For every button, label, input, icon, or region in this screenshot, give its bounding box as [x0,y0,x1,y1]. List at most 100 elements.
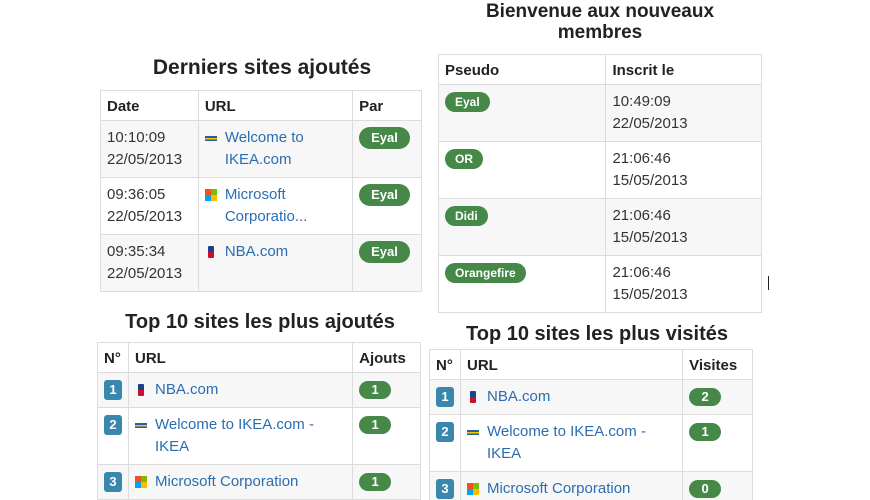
new-members-panel: Bienvenue aux nouveaux membres Pseudo In… [437,1,762,313]
url-cell: Welcome to IKEA.com [197,120,354,179]
rank-cell: 2 [97,407,129,465]
ikea-icon [204,136,217,142]
url-cell: Microsoft Corporation [127,464,354,500]
site-link[interactable]: Microsoft Corporation [487,478,630,500]
time-text: 09:35:34 [107,243,166,261]
time-text: 21:06:46 [612,206,671,224]
table-row: 1 NBA.com 1 [97,372,421,408]
site-link[interactable]: NBA.com [155,379,218,401]
latest-sites-table: Date URL Par 10:10:09 22/05/2013 Welcome … [100,90,422,293]
member-badge[interactable]: Eyal [445,91,490,112]
table-row: 3 Microsoft Corporation 0 [429,471,753,500]
registered-cell: 10:49:09 22/05/2013 [605,83,762,142]
rank-badge: 1 [436,387,454,407]
user-badge[interactable]: Eyal [359,184,410,207]
count-badge: 0 [689,480,722,498]
column-header-by: Par [352,90,422,122]
user-badge[interactable]: Eyal [359,127,410,150]
table-row: 2 Welcome to IKEA.com - IKEA 1 [97,407,421,465]
new-members-title: Bienvenue aux nouveaux membres [485,1,715,43]
column-header-rank: N° [97,342,129,373]
site-link[interactable]: Welcome to IKEA.com - IKEA [487,421,676,465]
nba-icon [207,246,214,259]
url-cell: Microsoft Corporatio... [197,177,354,236]
time-text: 10:49:09 [612,92,671,110]
latest-sites-title: Derniers sites ajoutés [152,56,372,79]
registered-cell: 21:06:46 15/05/2013 [605,197,762,256]
pseudo-cell: OR [437,140,607,199]
ikea-icon [467,430,479,435]
site-link[interactable]: Microsoft Corporation [155,471,298,493]
site-link[interactable]: Welcome to IKEA.com [225,127,346,171]
date-text: 22/05/2013 [107,151,183,169]
date-text: 15/05/2013 [612,285,688,303]
site-link[interactable]: NBA.com [225,241,288,263]
pseudo-cell: Orangefire [437,254,607,313]
date-text: 15/05/2013 [612,171,688,189]
time-text: 10:10:09 [107,129,166,147]
member-badge[interactable]: Orangefire [445,262,526,283]
member-badge[interactable]: Didi [445,205,488,226]
rank-badge: 1 [104,380,122,400]
pseudo-cell: Didi [437,197,607,256]
pseudo-cell: Eyal [437,83,607,142]
date-text: 15/05/2013 [612,228,688,246]
nba-icon [138,384,144,396]
count-badge: 2 [689,388,722,406]
latest-sites-panel: Derniers sites ajoutés Date URL Par 10:1… [100,56,422,293]
url-cell: Microsoft Corporation [459,471,684,500]
column-header-url: URL [197,90,354,122]
rank-badge: 2 [436,422,454,442]
by-cell: Eyal [352,234,422,293]
table-row: 1 NBA.com 2 [429,379,753,415]
table-row: Orangefire 21:06:46 15/05/2013 [437,254,762,313]
microsoft-icon [135,476,147,488]
column-header-registered: Inscrit le [605,53,762,85]
site-link[interactable]: NBA.com [487,386,550,408]
registered-cell: 21:06:46 15/05/2013 [605,140,762,199]
column-header-date: Date [100,90,199,122]
count-badge: 1 [359,381,392,399]
date-cell: 09:35:34 22/05/2013 [100,234,199,293]
count-cell: 0 [682,471,753,500]
site-link[interactable]: Welcome to IKEA.com - IKEA [155,414,346,458]
date-cell: 10:10:09 22/05/2013 [100,120,199,179]
date-cell: 09:36:05 22/05/2013 [100,177,199,236]
user-badge[interactable]: Eyal [359,241,410,264]
rank-cell: 3 [429,471,461,500]
member-badge[interactable]: OR [445,148,483,169]
table-row: Eyal 10:49:09 22/05/2013 [437,83,762,142]
registered-cell: 21:06:46 15/05/2013 [605,254,762,313]
date-text: 22/05/2013 [107,208,183,226]
date-text: 22/05/2013 [612,114,688,132]
top-visited-panel: Top 10 sites les plus visités N° URL Vis… [429,323,753,500]
url-cell: Welcome to IKEA.com - IKEA [459,414,684,472]
count-badge: 1 [689,423,722,441]
site-link[interactable]: Microsoft Corporatio... [225,184,346,228]
count-cell: 1 [352,372,421,408]
top-added-table: N° URL Ajouts 1 NBA.com 1 2 Welcome to I… [97,342,421,500]
table-row: 09:35:34 22/05/2013 NBA.com Eyal [100,234,422,293]
column-header-count: Ajouts [352,342,421,373]
url-cell: NBA.com [459,379,684,415]
table-row: 10:10:09 22/05/2013 Welcome to IKEA.com E… [100,120,422,179]
top-visited-table: N° URL Visites 1 NBA.com 2 2 Welcome to … [429,349,753,500]
new-members-table: Pseudo Inscrit le Eyal 10:49:09 22/05/201… [437,53,762,313]
column-header-count: Visites [682,349,753,380]
by-cell: Eyal [352,177,422,236]
top-added-title: Top 10 sites les plus ajoutés [125,311,395,333]
rank-cell: 1 [429,379,461,415]
count-badge: 1 [359,416,392,434]
rank-cell: 3 [97,464,129,500]
rank-cell: 2 [429,414,461,472]
rank-cell: 1 [97,372,129,408]
table-header-row: Pseudo Inscrit le [437,53,762,85]
microsoft-icon [204,189,217,202]
url-cell: NBA.com [197,234,354,293]
nba-icon [470,391,476,403]
count-badge: 1 [359,473,392,491]
column-header-pseudo: Pseudo [437,53,607,85]
count-cell: 1 [682,414,753,472]
rank-badge: 2 [104,415,122,435]
ikea-icon [135,423,147,428]
